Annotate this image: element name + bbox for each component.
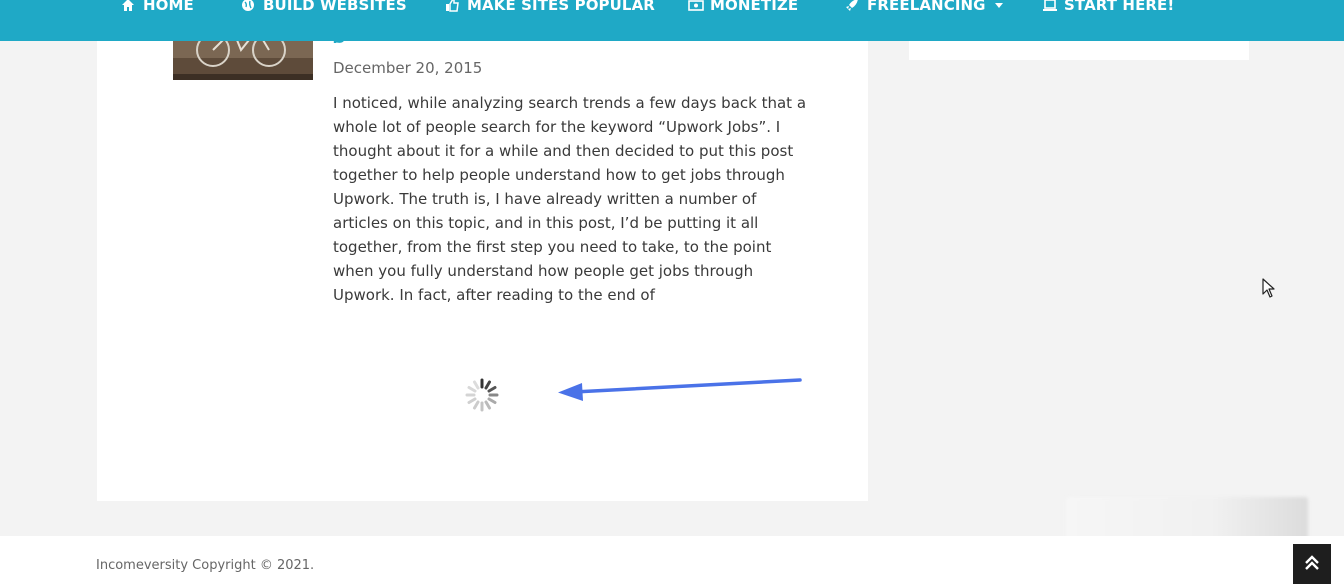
laptop-icon: [1042, 0, 1057, 12]
nav-item-freelancing-label: FREELANCING: [867, 0, 986, 14]
double-chevron-up-icon: [1304, 554, 1320, 574]
nav-item-start-here-label: START HERE!: [1064, 0, 1175, 14]
nav-item-make-sites-popular[interactable]: MAKE SITES POPULAR: [445, 0, 655, 17]
back-to-top-button[interactable]: [1293, 544, 1331, 584]
rocket-icon: [845, 0, 859, 12]
nav-item-build-websites-label: BUILD WEBSITES: [263, 0, 407, 14]
home-icon: [121, 0, 135, 12]
chevron-down-icon: [994, 0, 1004, 14]
loading-spinner-icon: [464, 377, 500, 413]
nav-item-monetize-label: MONETIZE: [710, 0, 799, 14]
nav-item-start-here[interactable]: START HERE!: [1042, 0, 1174, 17]
post-excerpt: I noticed, while analyzing search trends…: [333, 94, 807, 304]
nav-item-freelancing[interactable]: FREELANCING: [845, 0, 1004, 17]
copyright-text: Incomeversity Copyright © 2021.: [96, 558, 315, 573]
globe-icon: [241, 0, 255, 12]
nav-item-monetize[interactable]: MONETIZE: [688, 0, 798, 17]
thumbs-up-icon: [445, 0, 459, 12]
nav-item-make-sites-popular-label: MAKE SITES POPULAR: [467, 0, 655, 14]
site-footer: Incomeversity Copyright © 2021.: [0, 536, 1344, 588]
nav-item-home-label: HOME: [143, 0, 194, 14]
nav-item-home[interactable]: HOME: [121, 0, 194, 17]
nav-item-build-websites[interactable]: BUILD WEBSITES: [241, 0, 407, 17]
mouse-cursor-icon: [1262, 278, 1276, 298]
main-navigation: HOME BUILD WEBSITES MAKE SITES POPULAR M…: [0, 0, 1344, 41]
annotation-arrow-icon: [552, 370, 804, 404]
money-icon: [688, 0, 704, 12]
post-date: December 20, 2015: [333, 59, 483, 77]
